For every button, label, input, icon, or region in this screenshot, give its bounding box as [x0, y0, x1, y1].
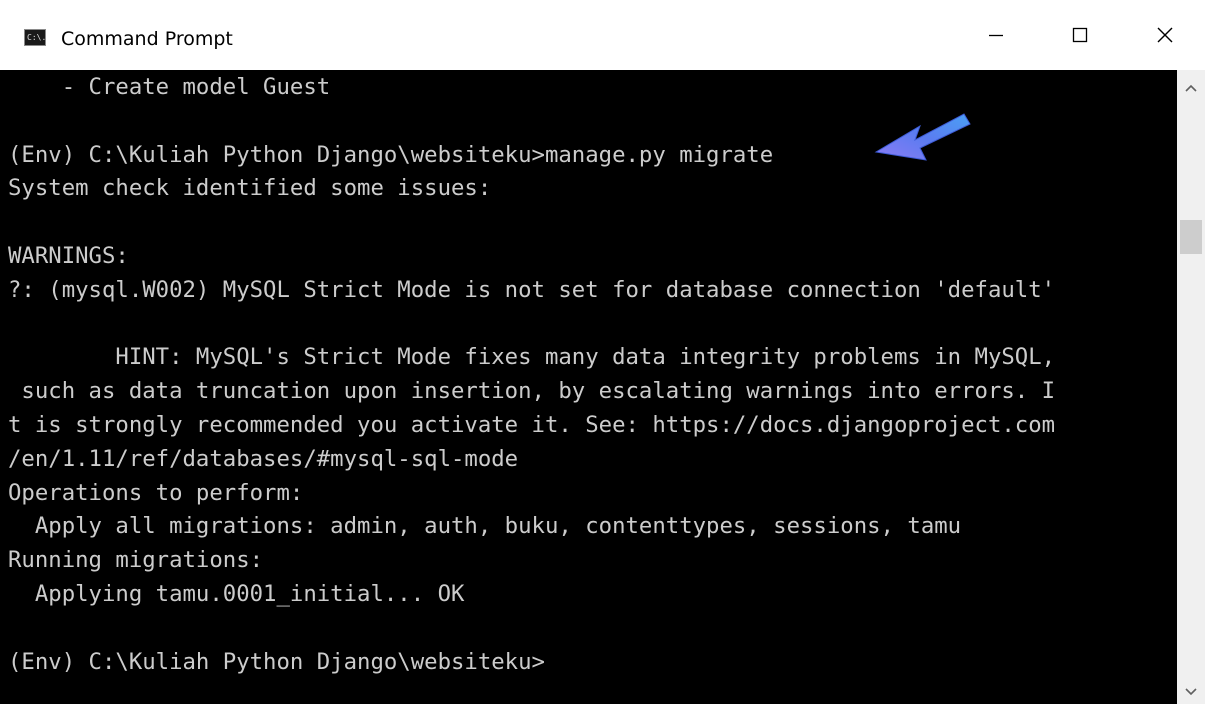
maximize-icon: [1072, 27, 1088, 43]
console-output[interactable]: - Create model Guest (Env) C:\Kuliah Pyth…: [0, 70, 1177, 704]
console-line: Applying tamu.0001_initial... OK: [8, 581, 465, 607]
maximize-button[interactable]: [1040, 0, 1120, 70]
console-line: Running migrations:: [8, 547, 264, 574]
minimize-icon: [989, 34, 1003, 37]
window-title: Command Prompt: [61, 28, 233, 50]
scroll-down-button[interactable]: [1177, 678, 1205, 704]
command-prompt-app-icon[interactable]: C:\.: [24, 29, 46, 46]
console-line: such as data truncation upon insertion, …: [8, 378, 1056, 405]
minimize-button[interactable]: [956, 0, 1036, 70]
console-line: ?: (mysql.W002) MySQL Strict Mode is not…: [8, 276, 1056, 303]
console-line: WARNINGS:: [8, 243, 129, 269]
scroll-up-button[interactable]: [1177, 74, 1205, 102]
close-button[interactable]: [1125, 0, 1205, 70]
console-line: Apply all migrations: admin, auth, buku,…: [8, 513, 962, 540]
console-line: (Env) C:\Kuliah Python Django\websiteku>: [8, 648, 545, 675]
console-line: (Env) C:\Kuliah Python Django\websiteku>…: [8, 141, 774, 168]
console-line: - Create model Guest: [8, 74, 331, 100]
vertical-scrollbar[interactable]: [1177, 70, 1205, 704]
close-icon: [1157, 27, 1173, 43]
console-line: HINT: MySQL's Strict Mode fixes many dat…: [8, 344, 1056, 371]
console-line: /en/1.11/ref/databases/#mysql-sql-mode: [8, 445, 519, 472]
console-line: t is strongly recommended you activate i…: [8, 412, 1056, 438]
scroll-thumb[interactable]: [1180, 220, 1202, 254]
pointer-arrow-icon: [874, 113, 971, 161]
console-line: System check identified some issues:: [8, 175, 492, 202]
console-line: Operations to perform:: [8, 479, 304, 506]
title-bar[interactable]: C:\. Command Prompt: [0, 0, 1205, 70]
chevron-up-icon: [1185, 84, 1197, 92]
chevron-down-icon: [1185, 688, 1197, 696]
command-prompt-window: C:\. Command Prompt - Create model Guest…: [0, 0, 1205, 704]
